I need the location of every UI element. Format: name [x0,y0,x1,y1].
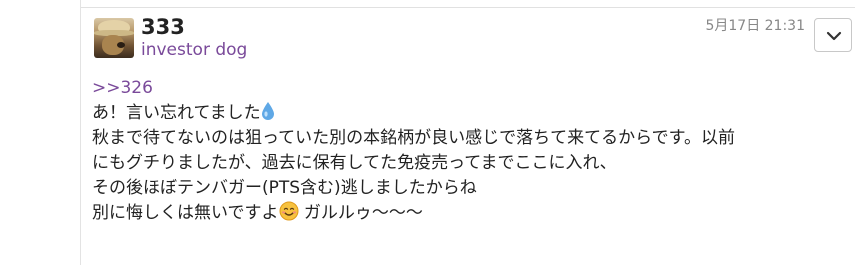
post-timestamp: 5月17日 21:31 [705,18,805,34]
username[interactable]: 333 [141,15,185,39]
user-id-link[interactable]: investor dog [141,40,247,60]
reply-anchor-link[interactable]: >>326 [92,76,852,101]
dog-avatar-icon[interactable] [94,18,134,58]
post-card: 333 investor dog 5月17日 21:31 >>326 あ！言い忘… [80,0,855,265]
smiling-face-icon [279,201,298,221]
body-line: にもグチりましたが、過去に保有してた免疫売ってまでここに入れ、 [92,153,617,173]
post-body: >>326 あ！言い忘れてました 秋まで待てないのは狙っていた別の本銘柄が良い感… [92,76,852,226]
divider [81,7,855,8]
post-menu-button[interactable] [814,18,852,52]
body-line: その後ほぼテンバガー(PTS含む)逃しましたからね [92,178,477,198]
body-line: 秋まで待てないのは狙っていた別の本銘柄が良い感じで落ちて来てるからです。以前 [92,128,735,148]
body-line: あ！言い忘れてました [92,101,852,126]
water-droplet-icon [261,102,274,120]
chevron-down-icon [826,31,842,41]
body-line: 別に悔しくは無いですよ ガルルゥ〜〜〜 [92,201,423,223]
